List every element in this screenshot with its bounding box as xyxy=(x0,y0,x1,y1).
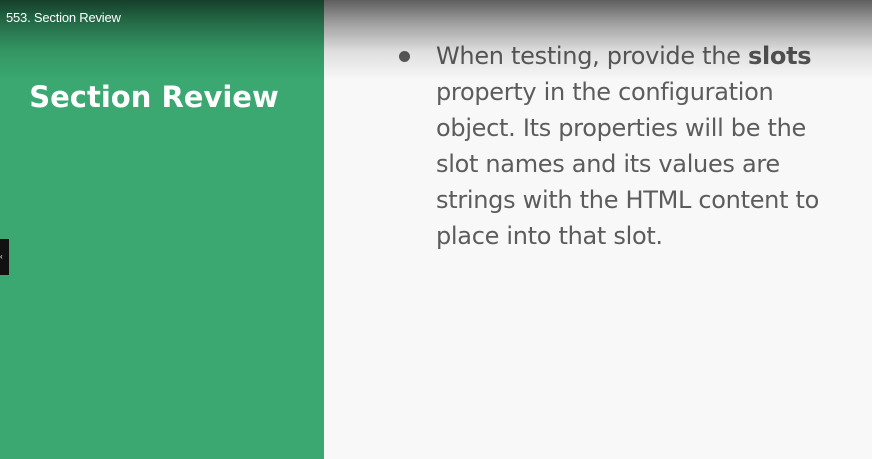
bullet-dot-icon xyxy=(399,51,410,62)
chevron-icon: ‹ xyxy=(0,252,3,261)
slide-left-panel: Section Review xyxy=(0,0,324,459)
sidebar-toggle-button[interactable]: ‹ xyxy=(0,239,9,275)
section-title: Section Review xyxy=(29,80,279,114)
bullet-text-after: property in the configuration object. It… xyxy=(436,78,820,250)
bullet-text-before: When testing, provide the xyxy=(436,42,748,70)
bullet-emphasis: slots xyxy=(747,42,812,70)
bullet-list: When testing, provide the slots property… xyxy=(396,38,846,254)
slide: Section Review When testing, provide the… xyxy=(0,0,872,459)
video-title: 553. Section Review xyxy=(6,10,121,25)
bullet-item: When testing, provide the slots property… xyxy=(396,38,846,254)
